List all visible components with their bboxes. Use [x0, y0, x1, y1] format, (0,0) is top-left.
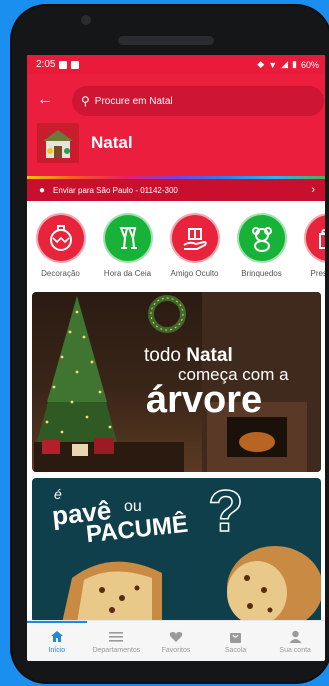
question-mark-graphic: ?: [207, 478, 244, 545]
category-label: Presentes: [310, 269, 325, 278]
bag-icon: [229, 630, 242, 644]
tab-favoritos[interactable]: Favoritos: [146, 621, 206, 661]
status-icons: ◆ ▼ ◢ ▮ 60%: [257, 59, 319, 70]
category-hora-da-ceia[interactable]: Hora da Ceia: [94, 205, 161, 285]
search-bar[interactable]: ⚲ Procure em Natal: [72, 86, 324, 116]
tab-inicio[interactable]: Início: [27, 621, 87, 661]
status-bar: 2:05 ◆ ▼ ◢ ▮ 60%: [27, 55, 325, 74]
signal-icon: ◢: [281, 59, 289, 69]
front-camera: [81, 15, 91, 25]
banner-text-ou: ou: [124, 498, 142, 515]
bottom-nav: Início Departamentos Favoritos Sacola Su…: [27, 620, 325, 661]
menu-icon: [109, 630, 124, 644]
category-label: Brinquedos: [241, 269, 282, 278]
promo-banner-tree[interactable]: todo Natal começa com a árvore: [32, 292, 321, 472]
status-time: 2:05: [36, 59, 56, 70]
gift-icon: [303, 213, 325, 263]
search-placeholder: Procure em Natal: [94, 95, 173, 107]
category-label: Hora da Ceia: [103, 269, 152, 278]
battery-icon: ▮: [292, 59, 297, 69]
ornament-icon: [35, 213, 86, 263]
banner-text-arvore: árvore: [146, 379, 263, 421]
category-carousel: Decoração Hora da Ceia Amigo Oculto Brin…: [27, 205, 325, 285]
teddy-bear-icon: [236, 213, 287, 263]
wifi-icon: ▼: [268, 59, 278, 70]
address-bar[interactable]: ● Enviar para São Paulo - 01142-300 ›: [27, 179, 325, 201]
back-arrow-icon[interactable]: ←: [37, 91, 53, 109]
tab-label: Favoritos: [161, 646, 191, 654]
category-label: Decoração: [41, 269, 80, 278]
location-pin-icon: ●: [39, 184, 46, 196]
home-icon: [50, 630, 64, 644]
category-brinquedos[interactable]: Brinquedos: [228, 205, 295, 285]
speaker-grille: [118, 36, 214, 45]
user-icon: [289, 630, 302, 644]
category-amigo-oculto[interactable]: Amigo Oculto: [161, 205, 228, 285]
category-decoracao[interactable]: Decoração: [27, 205, 94, 285]
banner-text-natal: Natal: [186, 345, 233, 366]
address-label: Enviar para São Paulo - 01142-300: [53, 185, 178, 195]
category-title: Natal: [91, 133, 133, 152]
banner-text-line1: todo Natal: [144, 346, 233, 365]
chevron-right-icon: ›: [311, 184, 315, 196]
tab-sua-conta[interactable]: Sua conta: [265, 621, 325, 661]
tab-label: Departamentos: [92, 646, 141, 654]
notification-icon: [59, 60, 68, 69]
tab-sacola[interactable]: Sacola: [206, 621, 266, 661]
category-label: Amigo Oculto: [170, 269, 219, 278]
tab-label: Sua conta: [279, 646, 311, 654]
promo-banner-pave[interactable]: é pavê ou PACUMÊ ?: [32, 478, 321, 623]
gift-hand-icon: [169, 213, 220, 263]
app-screen: 2:05 ◆ ▼ ◢ ▮ 60% ← ⚲ Procure em Natal Na…: [27, 55, 325, 661]
category-presentes[interactable]: Presentes: [295, 205, 325, 285]
tab-label: Início: [48, 646, 66, 654]
calendar-icon: [71, 60, 80, 69]
champagne-icon: [102, 213, 153, 263]
banner-text-todo: todo: [144, 345, 187, 366]
search-icon: ⚲: [81, 94, 90, 108]
heart-icon: [169, 630, 183, 644]
tab-label: Sacola: [224, 646, 247, 654]
battery-percent: 60%: [300, 59, 319, 70]
app-header: ← ⚲ Procure em Natal Natal: [27, 74, 325, 178]
tab-departamentos[interactable]: Departamentos: [87, 621, 147, 661]
category-thumbnail: [37, 123, 79, 163]
vibrate-icon: ◆: [257, 59, 265, 69]
